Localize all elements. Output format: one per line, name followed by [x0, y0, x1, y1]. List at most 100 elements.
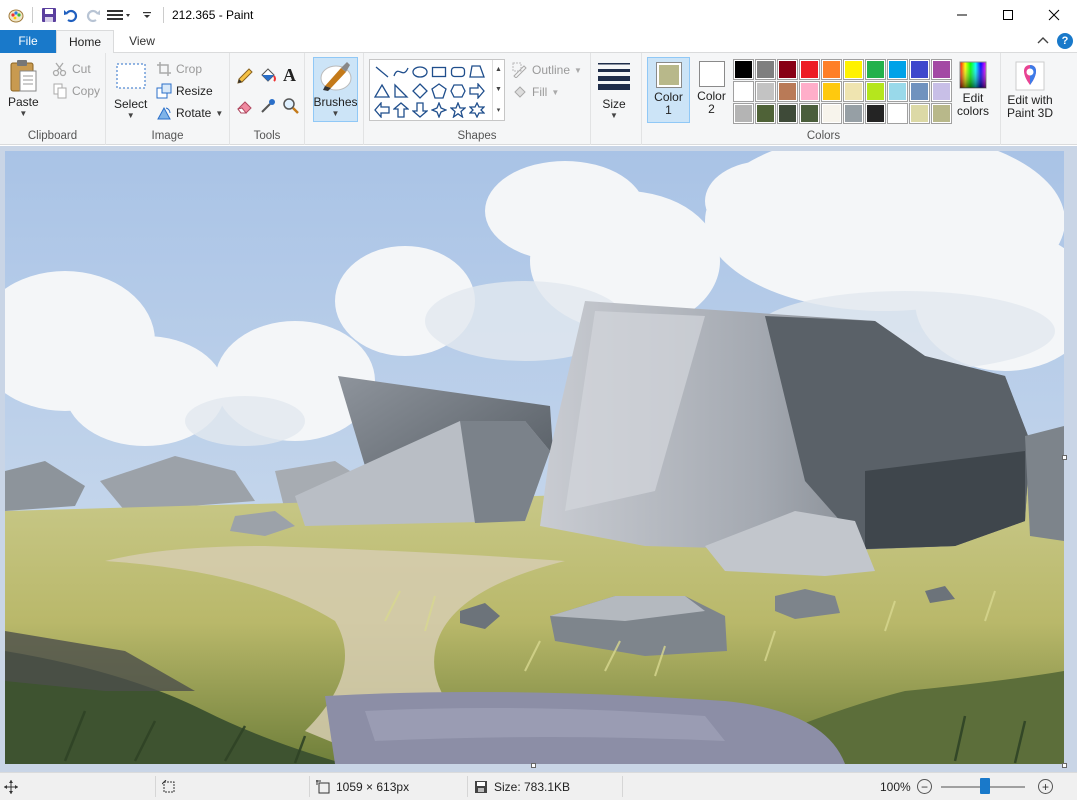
expand-gallery-icon[interactable]: ▾: [497, 106, 501, 114]
save-icon[interactable]: [39, 5, 59, 25]
quick-access-toolbar: [0, 0, 170, 30]
paste-dropdown-icon[interactable]: ▼: [19, 109, 27, 118]
image-group-label: Image: [151, 130, 184, 142]
fill-label: Fill: [532, 85, 548, 99]
toolbar-separator: [32, 7, 33, 23]
file-size: Size: 783.1KB: [474, 773, 570, 800]
text-tool-icon[interactable]: A: [283, 65, 296, 86]
rotate-dropdown-icon[interactable]: ▼: [215, 109, 223, 118]
paint-app-icon[interactable]: [6, 5, 26, 25]
tab-file[interactable]: File: [0, 30, 56, 53]
canvas-resize-handle-bottom[interactable]: [531, 763, 536, 768]
outline-button[interactable]: Outline ▼: [512, 62, 582, 78]
diamond-shape-icon[interactable]: [410, 81, 429, 100]
magnifier-icon[interactable]: [282, 97, 300, 115]
hexagon-shape-icon[interactable]: [448, 81, 467, 100]
cut-button[interactable]: Cut: [52, 61, 91, 77]
customize-toolbar-icon[interactable]: [105, 5, 135, 25]
tab-view[interactable]: View: [116, 30, 168, 53]
fill-bucket-icon[interactable]: [259, 67, 277, 85]
rectangle-shape-icon[interactable]: [429, 62, 448, 81]
select-dropdown-icon[interactable]: ▼: [127, 111, 135, 120]
zoom-slider-thumb[interactable]: [980, 778, 990, 794]
size-button[interactable]: Size ▼: [596, 61, 632, 120]
paint3d-icon: [1015, 61, 1045, 91]
paste-button[interactable]: Paste ▼: [8, 59, 39, 118]
rotate-button[interactable]: Rotate ▼: [156, 105, 223, 121]
edit-paint3d-line1: Edit with: [1007, 93, 1053, 107]
brushes-dropdown-icon[interactable]: ▼: [332, 109, 340, 118]
zoom-out-button[interactable]: −: [917, 779, 932, 794]
status-divider: [155, 776, 156, 797]
up-arrow-shape-icon[interactable]: [391, 100, 410, 119]
collapse-ribbon-icon[interactable]: [1037, 36, 1049, 46]
copy-icon: [53, 83, 67, 99]
eraser-icon[interactable]: [236, 97, 254, 115]
drawing-canvas[interactable]: [5, 151, 1064, 764]
close-button[interactable]: [1031, 0, 1077, 30]
crop-button[interactable]: Crop: [156, 61, 202, 77]
size-dropdown-icon[interactable]: ▼: [610, 111, 618, 120]
color-picker-icon[interactable]: [259, 97, 277, 115]
down-arrow-shape-icon[interactable]: [410, 100, 429, 119]
status-bar: 1059 × 613px Size: 783.1KB 100% − +: [0, 772, 1077, 800]
edit-with-paint3d-button[interactable]: Edit with Paint 3D: [1004, 61, 1056, 120]
right-arrow-shape-icon[interactable]: [467, 81, 486, 100]
outline-label: Outline: [532, 63, 571, 77]
outline-dropdown-icon[interactable]: ▼: [574, 66, 582, 75]
right-triangle-shape-icon[interactable]: [391, 81, 410, 100]
disk-icon: [475, 780, 487, 793]
window-controls: [939, 0, 1077, 30]
title-bar: 212.365 - Paint: [0, 0, 1077, 30]
canvas-resize-handle-corner[interactable]: [1062, 763, 1067, 768]
brushes-button[interactable]: Brushes ▼: [313, 57, 358, 122]
tools-group-label: Tools: [253, 130, 281, 142]
shapes-grid: [372, 62, 486, 119]
group-divider: [1000, 53, 1001, 145]
canvas-resize-handle-right[interactable]: [1062, 455, 1067, 460]
rounded-rectangle-shape-icon[interactable]: [448, 62, 467, 81]
redo-icon[interactable]: [83, 5, 103, 25]
oval-shape-icon[interactable]: [410, 62, 429, 81]
cursor-position-icon: [4, 779, 18, 794]
scroll-down-icon[interactable]: ▼: [495, 86, 502, 93]
maximize-icon: [1003, 10, 1013, 20]
shapes-group-label: Shapes: [457, 130, 497, 142]
paste-label: Paste: [8, 95, 39, 109]
left-arrow-shape-icon[interactable]: [372, 100, 391, 119]
curve-shape-icon[interactable]: [391, 62, 410, 81]
shapes-scroll[interactable]: ▲ ▼ ▾: [492, 60, 504, 120]
four-point-star-shape-icon[interactable]: [429, 100, 448, 119]
image-dimensions: 1059 × 613px: [316, 773, 409, 800]
selection-size: [162, 773, 176, 800]
scroll-up-icon[interactable]: ▲: [495, 66, 502, 73]
select-rectangle-icon: [116, 63, 146, 89]
close-icon: [1048, 9, 1060, 21]
undo-icon[interactable]: [61, 5, 81, 25]
resize-button[interactable]: Resize: [156, 83, 213, 99]
pencil-icon[interactable]: [236, 67, 254, 85]
minimize-button[interactable]: [939, 0, 985, 30]
six-point-star-shape-icon[interactable]: [467, 100, 486, 119]
rotate-label: Rotate: [176, 106, 212, 120]
pentagon-shape-icon[interactable]: [429, 81, 448, 100]
edit-paint3d-label: Edit with Paint 3D: [1007, 94, 1053, 120]
five-point-star-shape-icon[interactable]: [448, 100, 467, 119]
select-button[interactable]: Select ▼: [114, 61, 147, 120]
tab-home[interactable]: Home: [56, 30, 114, 54]
cut-label: Cut: [72, 62, 91, 76]
qa-dropdown-icon[interactable]: [137, 5, 157, 25]
triangle-shape-icon[interactable]: [372, 81, 391, 100]
fill-dropdown-icon[interactable]: ▼: [551, 88, 559, 97]
fill-button[interactable]: Fill ▼: [512, 84, 559, 100]
line-shape-icon[interactable]: [372, 62, 391, 81]
maximize-button[interactable]: [985, 0, 1031, 30]
toolbar-separator: [163, 7, 164, 23]
help-button[interactable]: ?: [1057, 33, 1073, 49]
zoom-level-text: 100%: [880, 779, 911, 794]
copy-button[interactable]: Copy: [52, 83, 100, 99]
polygon-shape-icon[interactable]: [467, 62, 486, 81]
select-label: Select: [114, 97, 148, 111]
zoom-in-button[interactable]: +: [1038, 779, 1053, 794]
status-divider: [309, 776, 310, 797]
